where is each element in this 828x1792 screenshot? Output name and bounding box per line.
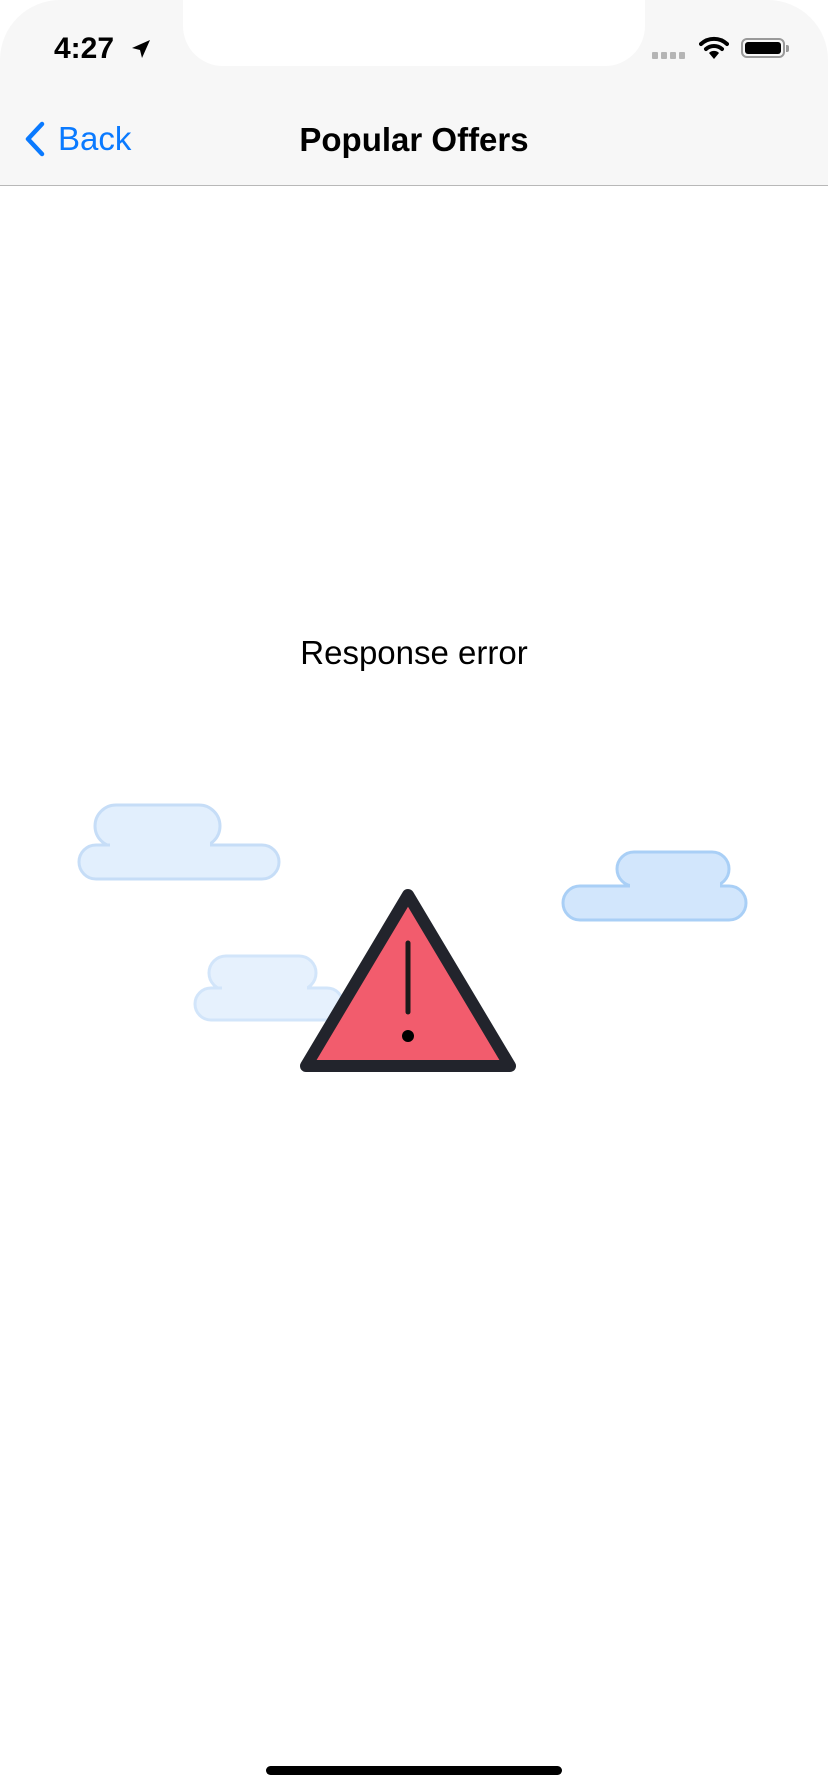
cloud-icon [77, 803, 281, 881]
cloud-icon [561, 850, 748, 922]
home-indicator[interactable] [266, 1766, 562, 1775]
error-illustration [77, 803, 748, 1072]
warning-triangle-icon [300, 889, 516, 1072]
cloud-icon [193, 954, 345, 1022]
